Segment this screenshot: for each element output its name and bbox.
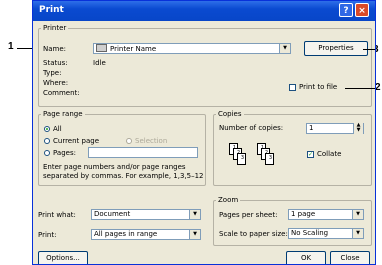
- copies-value: 1: [309, 124, 314, 132]
- chevron-down-icon: ▼: [352, 229, 363, 238]
- printer-name-label: Name:: [43, 45, 67, 53]
- options-button[interactable]: Options...: [38, 251, 88, 264]
- zoom-label: Zoom: [216, 196, 241, 204]
- print-value: All pages in range: [94, 230, 158, 238]
- radio-pages[interactable]: [44, 150, 50, 156]
- chevron-down-icon: ▼: [352, 210, 363, 219]
- properties-button[interactable]: Properties: [304, 41, 368, 56]
- collate-label: Collate: [317, 150, 342, 158]
- all-label: All: [53, 125, 62, 133]
- pages-hint-line2: separated by commas. For example, 1,3,5–…: [43, 172, 204, 180]
- status-label: Status:: [43, 59, 68, 67]
- pages-label: Pages:: [53, 149, 76, 157]
- chevron-down-icon: ▼: [279, 44, 290, 53]
- type-label: Type:: [43, 69, 62, 77]
- print-to-file-checkbox[interactable]: [289, 84, 296, 91]
- page-range-label: Page range: [41, 110, 85, 118]
- printer-icon: [96, 44, 107, 52]
- number-of-copies-label: Number of copies:: [219, 124, 284, 132]
- zoom-group: [213, 200, 372, 246]
- print-what-label: Print what:: [38, 211, 76, 219]
- copies-spinner[interactable]: ▲ ▼: [353, 123, 363, 134]
- printer-group: [38, 28, 372, 107]
- scale-label: Scale to paper size:: [219, 230, 288, 238]
- radio-all[interactable]: [44, 126, 50, 132]
- collate-page-3b: 3: [265, 153, 274, 165]
- close-window-button[interactable]: ×: [355, 3, 369, 17]
- printer-name-select[interactable]: Printer Name: [93, 43, 291, 54]
- ok-button[interactable]: OK: [286, 251, 326, 264]
- print-select[interactable]: All pages in range: [91, 229, 201, 240]
- pages-per-sheet-value: 1 page: [291, 210, 316, 218]
- comment-label: Comment:: [43, 89, 80, 97]
- print-what-select[interactable]: Document: [91, 209, 201, 220]
- pages-hint-line1: Enter page numbers and/or page ranges: [43, 163, 186, 171]
- help-button[interactable]: ?: [339, 3, 353, 17]
- print-to-file-label: Print to file: [299, 83, 338, 91]
- status-value: Idle: [93, 59, 106, 67]
- radio-selection[interactable]: [126, 138, 132, 144]
- radio-current-page[interactable]: [44, 138, 50, 144]
- current-page-label: Current page: [53, 137, 99, 145]
- scale-value: No Scaling: [291, 229, 329, 237]
- collate-page-3a: 3: [237, 153, 246, 165]
- print-what-value: Document: [94, 210, 131, 218]
- dialog-title: Print: [39, 5, 64, 15]
- callout-1: 1: [8, 41, 14, 52]
- collate-checkbox[interactable]: ✓: [307, 151, 314, 158]
- chevron-down-icon: ▼: [189, 210, 200, 219]
- title-bar: Print ? ×: [33, 1, 375, 21]
- close-button[interactable]: Close: [330, 251, 370, 264]
- print-label: Print:: [38, 231, 57, 239]
- print-dialog: Print ? × Printer Name: Printer Name ▼ P…: [32, 0, 376, 265]
- selection-label: Selection: [135, 137, 168, 145]
- callout-3-line: [363, 49, 375, 50]
- copies-label: Copies: [216, 110, 244, 118]
- printer-name-value: Printer Name: [110, 45, 157, 53]
- pages-per-sheet-label: Pages per sheet:: [219, 211, 278, 219]
- chevron-down-icon: ▼: [189, 230, 200, 239]
- where-label: Where:: [43, 79, 69, 87]
- printer-group-label: Printer: [41, 24, 69, 32]
- pages-input[interactable]: [88, 147, 198, 158]
- callout-2-line: [345, 88, 375, 89]
